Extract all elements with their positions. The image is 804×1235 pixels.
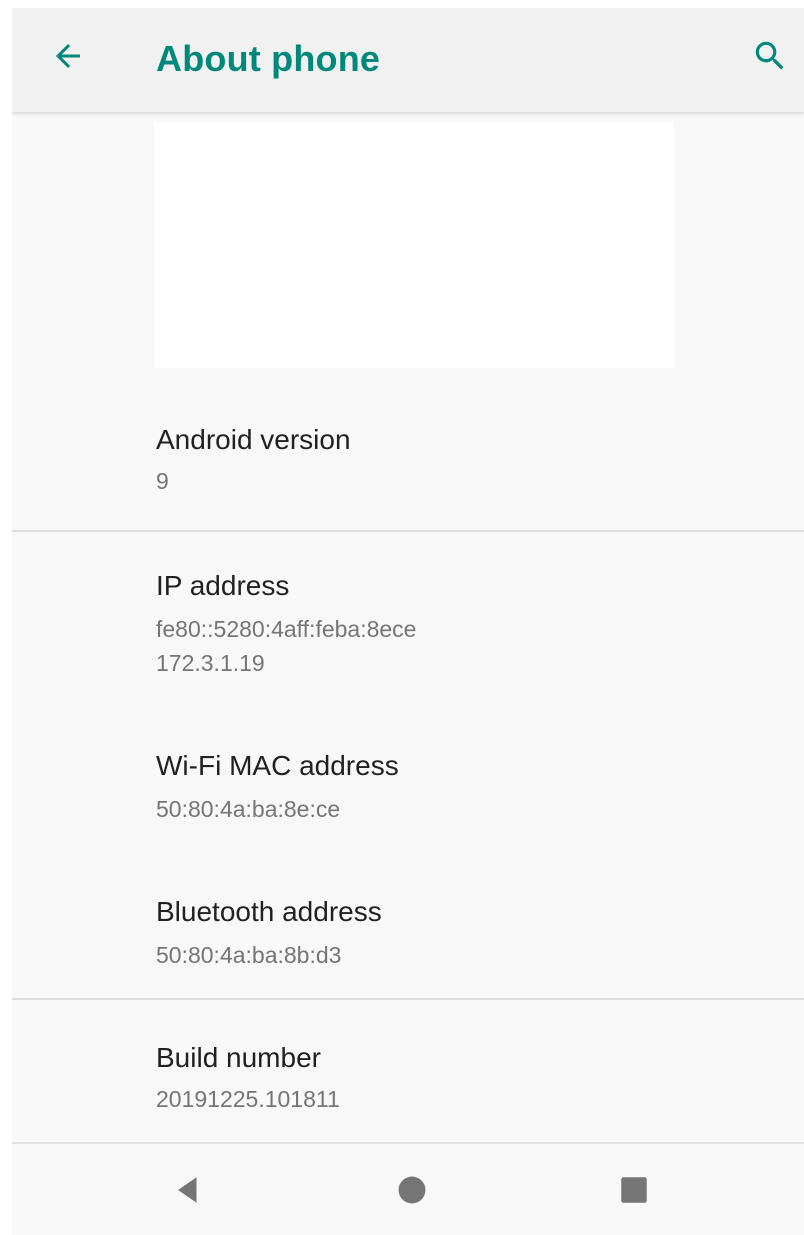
settings-list: Android version 9 IP address fe80::5280:… [12,112,804,1142]
pref-ip-address[interactable]: IP address fe80::5280:4aff:feba:8ece 172… [12,532,804,702]
pref-wifi-mac-address[interactable]: Wi-Fi MAC address 50:80:4a:ba:8e:ce [12,702,804,848]
pref-summary: 9 [156,468,169,494]
pref-bluetooth-address[interactable]: Bluetooth address 50:80:4a:ba:8b:d3 [12,848,804,998]
back-button[interactable] [42,32,94,84]
system-navigation-bar [12,1142,804,1235]
pref-summary-line2: 172.3.1.19 [156,650,265,676]
pref-title: IP address [156,570,290,601]
pref-title: Wi-Fi MAC address [156,750,399,781]
page-title: About phone [156,38,381,79]
circle-home-icon [395,1173,429,1212]
settings-screen: About phone Android version 9 IP address… [12,8,804,1235]
nav-home-button[interactable] [384,1164,440,1220]
square-recents-icon [617,1173,651,1212]
arrow-back-icon [50,38,86,79]
pref-title: Build number [156,1042,321,1073]
pref-summary: 50:80:4a:ba:8e:ce [156,796,341,822]
app-bar: About phone [12,8,804,112]
pref-title: Android version [156,424,351,455]
search-button[interactable] [744,32,796,84]
triangle-back-icon [171,1173,205,1212]
pref-build-number[interactable]: Build number 20191225.101811 [12,1000,804,1142]
nav-back-button[interactable] [160,1164,216,1220]
pref-title: Bluetooth address [156,896,382,927]
pref-summary: 50:80:4a:ba:8b:d3 [156,942,342,968]
search-icon [751,37,789,80]
pref-summary: fe80::5280:4aff:feba:8ece [156,616,417,642]
pref-android-version[interactable]: Android version 9 [12,368,804,530]
pref-summary: 20191225.101811 [156,1086,340,1112]
nav-recents-button[interactable] [606,1164,662,1220]
device-header-image [154,122,674,368]
